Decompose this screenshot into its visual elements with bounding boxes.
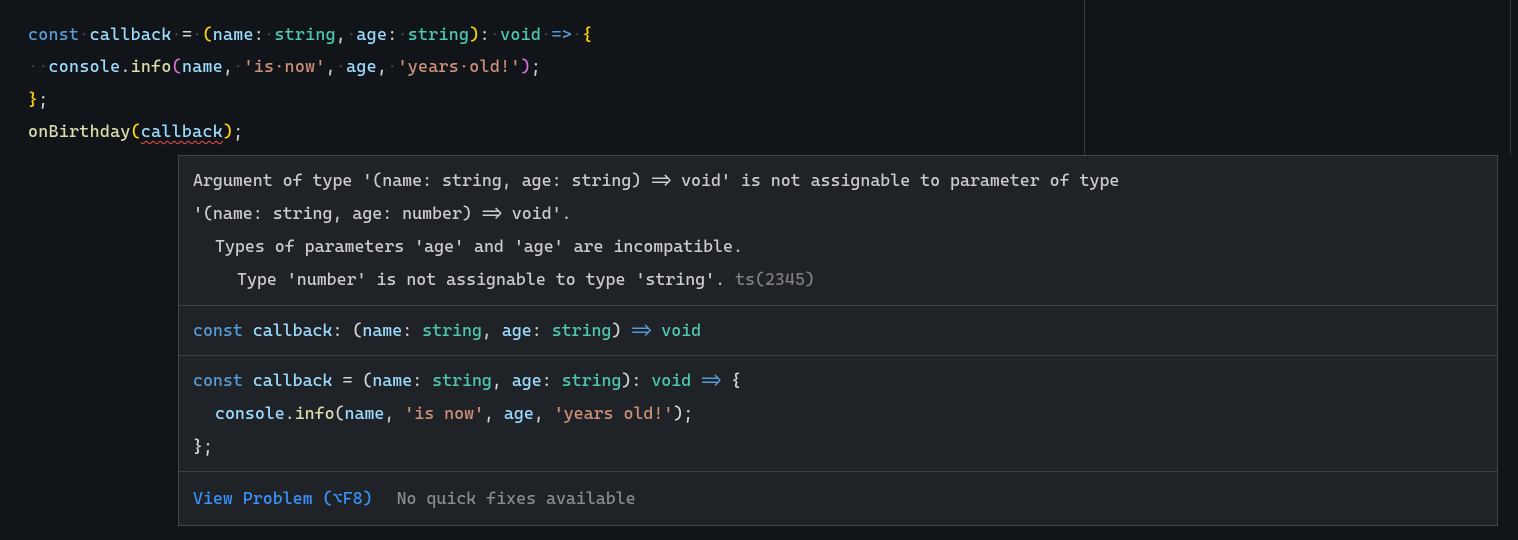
code-line[interactable]: onBirthday(callback); — [28, 115, 1518, 147]
error-message-section: Argument of type '(name: string, age: st… — [179, 156, 1497, 306]
def-line: }; — [193, 430, 1483, 463]
error-code: ts(2345) — [735, 269, 815, 289]
definition-section: const callback = (name: string, age: str… — [179, 356, 1497, 472]
code-editor[interactable]: const·callback·=·(name:·string,·age:·str… — [0, 0, 1518, 147]
no-quick-fix-label: No quick fixes available — [397, 482, 636, 515]
identifier: callback — [90, 24, 172, 44]
def-line: console.info(name, 'is now', age, 'years… — [193, 397, 1483, 430]
error-line: Type 'number' is not assignable to type … — [193, 263, 1483, 296]
error-identifier[interactable]: callback — [141, 121, 223, 141]
keyword: const — [28, 24, 79, 44]
signature-section: const callback: (name: string, age: stri… — [179, 306, 1497, 356]
code-line[interactable]: }; — [28, 83, 1518, 115]
code-line[interactable]: ··console.info(name,·'is·now',·age,·'yea… — [28, 50, 1518, 82]
view-problem-link[interactable]: View Problem (⌥F8) — [193, 482, 373, 515]
code-line[interactable]: const·callback·=·(name:·string,·age:·str… — [28, 18, 1518, 50]
hover-tooltip[interactable]: Argument of type '(name: string, age: st… — [178, 155, 1498, 526]
def-line: const callback = (name: string, age: str… — [193, 364, 1483, 397]
error-line: '(name: string, age: number) => void'. — [193, 197, 1483, 230]
error-line: Types of parameters 'age' and 'age' are … — [193, 230, 1483, 263]
error-line: Argument of type '(name: string, age: st… — [193, 164, 1483, 197]
hover-footer: View Problem (⌥F8) No quick fixes availa… — [179, 472, 1497, 525]
